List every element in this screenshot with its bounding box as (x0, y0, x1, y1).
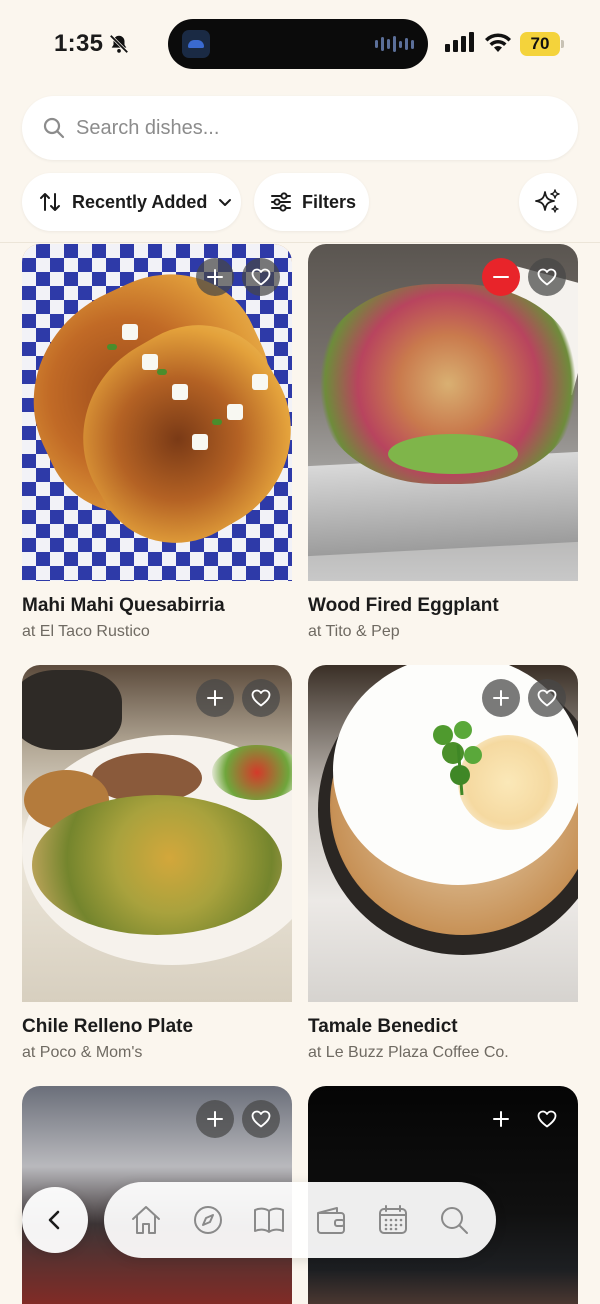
sliders-icon (271, 192, 291, 212)
add-to-list-button[interactable] (482, 679, 520, 717)
divider (0, 242, 600, 243)
book-icon[interactable] (251, 1202, 287, 1238)
status-bar: 1:35 70 (0, 0, 600, 92)
plus-icon (493, 690, 509, 706)
dish-name[interactable]: Wood Fired Eggplant (308, 595, 578, 617)
heart-icon (537, 1110, 557, 1128)
search-icon[interactable] (436, 1202, 472, 1238)
dish-card[interactable]: Chile Relleno Plate at Poco & Mom's (22, 665, 292, 1062)
sort-arrows-icon (40, 193, 60, 211)
cell-signal-icon (445, 32, 474, 52)
minus-icon (493, 276, 509, 278)
search-bar[interactable] (22, 96, 578, 160)
dynamic-island (168, 19, 428, 69)
bottom-tab-bar (104, 1182, 496, 1258)
dish-photo[interactable] (22, 665, 292, 1002)
status-time: 1:35 (54, 30, 104, 57)
wallet-icon[interactable] (313, 1202, 349, 1238)
dish-photo[interactable] (22, 244, 292, 581)
bell-muted-icon (109, 34, 129, 54)
ai-sparkle-button[interactable] (519, 173, 577, 231)
add-to-list-button[interactable] (196, 679, 234, 717)
remove-from-list-button[interactable] (482, 258, 520, 296)
compass-icon[interactable] (190, 1202, 226, 1238)
plus-icon (207, 690, 223, 706)
search-input[interactable] (76, 108, 556, 148)
heart-icon (251, 1110, 271, 1128)
sort-button[interactable]: Recently Added (22, 173, 241, 231)
plus-icon (493, 1111, 509, 1127)
add-to-list-button[interactable] (196, 258, 234, 296)
chevron-down-icon (219, 199, 232, 206)
battery-percent: 70 (530, 34, 550, 53)
dish-card[interactable]: Wood Fired Eggplant at Tito & Pep (308, 244, 578, 641)
favorite-button[interactable] (528, 258, 566, 296)
heart-icon (537, 268, 557, 286)
restaurant-name[interactable]: at Le Buzz Plaza Coffee Co. (308, 1044, 578, 1062)
live-activity-app-icon (182, 30, 210, 58)
restaurant-name[interactable]: at El Taco Rustico (22, 623, 292, 641)
dish-photo[interactable] (308, 244, 578, 581)
add-to-list-button[interactable] (482, 1100, 520, 1138)
filters-button[interactable]: Filters (254, 173, 369, 231)
plus-icon (207, 1111, 223, 1127)
audio-wave-icon (375, 36, 414, 52)
favorite-button[interactable] (242, 1100, 280, 1138)
restaurant-name[interactable]: at Poco & Mom's (22, 1044, 292, 1062)
dish-card[interactable]: Tamale Benedict at Le Buzz Plaza Coffee … (308, 665, 578, 1062)
calendar-icon[interactable] (375, 1202, 411, 1238)
add-to-list-button[interactable] (196, 1100, 234, 1138)
wifi-icon (485, 33, 511, 52)
plus-icon (207, 269, 223, 285)
favorite-button[interactable] (242, 258, 280, 296)
dish-name[interactable]: Tamale Benedict (308, 1016, 578, 1038)
dish-name[interactable]: Chile Relleno Plate (22, 1016, 292, 1038)
sort-label: Recently Added (72, 191, 208, 212)
sparkles-icon (535, 189, 560, 213)
heart-icon (251, 268, 271, 286)
filters-label: Filters (302, 191, 357, 212)
dish-name[interactable]: Mahi Mahi Quesabirria (22, 595, 292, 617)
heart-icon (251, 689, 271, 707)
dish-card[interactable]: Mahi Mahi Quesabirria at El Taco Rustico (22, 244, 292, 641)
battery-icon: 70 (520, 32, 564, 56)
heart-icon (537, 689, 557, 707)
chevron-left-icon (48, 1210, 60, 1230)
home-icon[interactable] (128, 1202, 164, 1238)
favorite-button[interactable] (242, 679, 280, 717)
dish-photo[interactable] (308, 665, 578, 1002)
search-icon (43, 117, 65, 139)
restaurant-name[interactable]: at Tito & Pep (308, 623, 578, 641)
favorite-button[interactable] (528, 1100, 566, 1138)
favorite-button[interactable] (528, 679, 566, 717)
back-button[interactable] (22, 1187, 88, 1253)
